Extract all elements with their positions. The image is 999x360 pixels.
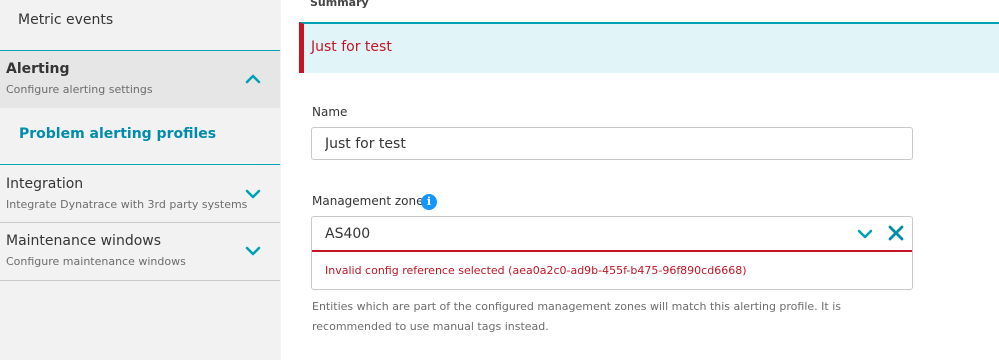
management-zone-field: AS400 Invalid config reference selected … <box>311 216 913 290</box>
alerting-profile-editor: Metric events Alerting Configure alertin… <box>0 0 999 360</box>
name-label: Name <box>312 105 348 119</box>
sidebar-divider <box>0 164 280 165</box>
chevron-down-icon[interactable] <box>856 225 874 243</box>
sidebar-item-problem-alerting-profiles[interactable]: Problem alerting profiles <box>0 108 280 164</box>
management-zone-label: Management zone <box>312 194 424 208</box>
selected-zone: AS400 <box>325 226 371 242</box>
chevron-down-icon[interactable] <box>244 242 262 260</box>
sidebar-item-maintenance-windows[interactable]: Maintenance windows Configure maintenanc… <box>0 223 280 280</box>
sidebar-item-label: Problem alerting profiles <box>19 126 217 142</box>
name-field[interactable] <box>311 127 913 160</box>
sidebar-divider <box>0 280 280 281</box>
sidebar-item-label: Alerting <box>6 61 70 77</box>
summary-banner: Just for test <box>299 22 999 73</box>
close-icon[interactable] <box>886 223 906 243</box>
banner-title: Just for test <box>311 39 392 55</box>
management-zone-select[interactable]: AS400 <box>312 217 912 252</box>
settings-sidebar: Metric events Alerting Configure alertin… <box>0 0 281 360</box>
management-zone-help: Entities which are part of the configure… <box>312 300 841 333</box>
sidebar-item-label: Integration <box>6 176 84 192</box>
info-icon[interactable]: i <box>421 194 437 210</box>
chevron-down-icon[interactable] <box>244 185 262 203</box>
sidebar-item-subtitle: Configure alerting settings <box>6 83 153 96</box>
sidebar-item-integration[interactable]: Integration Integrate Dynatrace with 3rd… <box>0 166 280 222</box>
sidebar-item-subtitle: Configure maintenance windows <box>6 255 186 268</box>
sidebar-item-label: Maintenance windows <box>6 233 162 249</box>
sidebar-item-subtitle: Integrate Dynatrace with 3rd party syste… <box>6 198 248 211</box>
validation-error: Invalid config reference selected (aea0a… <box>325 264 747 277</box>
profile-form: Summary Just for test Name Management zo… <box>281 0 999 360</box>
sidebar-item-metric-events[interactable]: Metric events <box>0 0 280 50</box>
sidebar-item-alerting[interactable]: Alerting Configure alerting settings <box>0 51 280 108</box>
chevron-up-icon[interactable] <box>244 70 262 88</box>
summary-heading: Summary <box>310 0 369 9</box>
sidebar-item-label: Metric events <box>18 12 114 28</box>
